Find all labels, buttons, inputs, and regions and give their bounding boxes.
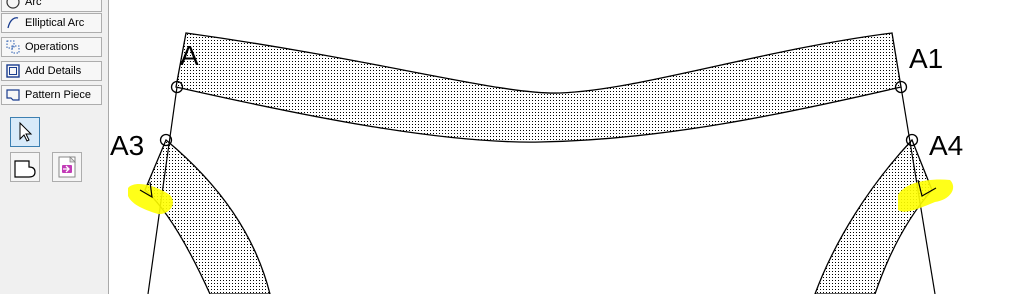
arc-icon (6, 0, 20, 9)
piece-node-icon (14, 160, 36, 178)
pattern-drawing[interactable]: A A1 A3 A4 (109, 0, 1023, 295)
operations-button[interactable]: Operations (1, 37, 102, 57)
pattern-piece-button[interactable]: Pattern Piece (1, 85, 102, 105)
right-leg-piece[interactable] (814, 138, 933, 295)
point-A4-label: A4 (929, 130, 963, 161)
elliptical-arc-button-label: Elliptical Arc (25, 17, 85, 29)
tool-panel: Arc Elliptical Arc Operations Add Detail… (0, 0, 109, 294)
add-details-icon (6, 64, 20, 78)
operations-button-label: Operations (25, 41, 79, 53)
pattern-piece-button-label: Pattern Piece (25, 89, 92, 101)
add-details-button[interactable]: Add Details (1, 61, 102, 81)
elliptical-arc-button[interactable]: Elliptical Arc (1, 13, 102, 33)
piece-node-tool-button[interactable] (10, 152, 40, 182)
arrow-pointer-icon (19, 121, 33, 142)
export-layout-icon (58, 156, 76, 178)
left-leg-piece[interactable] (144, 138, 271, 295)
pattern-piece-icon (6, 89, 20, 101)
arc-button[interactable]: Arc (1, 0, 102, 12)
waistband-piece[interactable] (175, 32, 902, 143)
arc-button-label: Arc (25, 0, 42, 8)
drawing-canvas[interactable]: A A1 A3 A4 (109, 0, 1023, 295)
point-A3-label: A3 (110, 130, 144, 161)
add-details-button-label: Add Details (25, 65, 82, 77)
export-layout-tool-button[interactable] (52, 152, 82, 182)
operations-icon (6, 40, 20, 54)
point-A1-label: A1 (909, 43, 943, 74)
elliptical-arc-icon (7, 17, 19, 29)
pointer-tool-button[interactable] (10, 117, 40, 147)
point-A-label: A (180, 40, 199, 71)
